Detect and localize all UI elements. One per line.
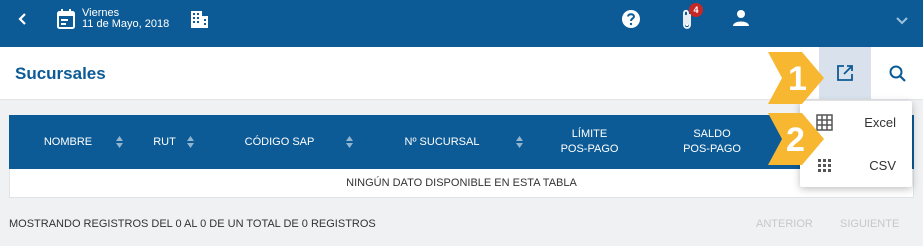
date-full: 11 de Mayo, 2018 xyxy=(82,18,170,30)
column-header-limite-pos-pago[interactable]: LÍMITE POS-PAGO xyxy=(527,115,652,169)
column-label: SALDO POS-PAGO xyxy=(683,128,741,155)
chevron-down-icon[interactable] xyxy=(893,11,911,29)
column-header-nombre[interactable]: NOMBRE xyxy=(9,115,127,169)
export-csv-label: CSV xyxy=(869,158,896,173)
sort-icon[interactable] xyxy=(187,136,194,148)
building-icon[interactable] xyxy=(190,10,209,29)
page-title: Sucursales xyxy=(15,64,106,83)
callout-marker-2: 2 xyxy=(768,113,824,165)
calendar-icon[interactable] xyxy=(57,9,75,29)
callout-marker-1: 1 xyxy=(768,52,824,104)
table-info: MOSTRANDO REGISTROS DEL 0 AL 0 DE UN TOT… xyxy=(9,218,376,230)
sort-icon[interactable] xyxy=(116,136,123,148)
column-label: NOMBRE xyxy=(43,135,93,148)
top-app-bar: Viernes 11 de Mayo, 2018 4 xyxy=(0,0,923,47)
table-empty-row: NINGÚN DATO DISPONIBLE EN ESTA TABLA xyxy=(9,169,914,198)
column-header-codigo-sap[interactable]: CÓDIGO SAP xyxy=(202,115,357,169)
sort-icon[interactable] xyxy=(346,136,353,148)
empty-table-message: NINGÚN DATO DISPONIBLE EN ESTA TABLA xyxy=(346,177,577,189)
column-label: LÍMITE POS-PAGO xyxy=(560,128,619,155)
sort-icon[interactable] xyxy=(516,136,523,148)
column-label: CÓDIGO SAP xyxy=(244,135,315,148)
notification-badge: 4 xyxy=(689,3,703,17)
export-button[interactable] xyxy=(819,47,871,99)
callout-number: 2 xyxy=(786,121,805,159)
next-page-button[interactable]: SIGUIENTE xyxy=(840,218,899,230)
column-label: Nº SUCURSAL xyxy=(404,135,480,148)
previous-page-button[interactable]: ANTERIOR xyxy=(756,218,813,230)
column-header-saldo-pos-pago[interactable]: SALDO POS-PAGO xyxy=(652,115,772,169)
callout-number: 1 xyxy=(788,60,807,98)
column-label: RUT xyxy=(153,135,176,148)
export-excel-label: Excel xyxy=(864,115,896,130)
current-date: Viernes 11 de Mayo, 2018 xyxy=(82,8,169,30)
user-icon[interactable] xyxy=(731,8,751,28)
open-external-icon xyxy=(837,65,853,81)
back-arrow-icon[interactable] xyxy=(14,10,32,28)
help-icon[interactable] xyxy=(620,8,642,30)
search-icon[interactable] xyxy=(888,64,908,84)
column-header-n-sucursal[interactable]: Nº SUCURSAL xyxy=(357,115,527,169)
